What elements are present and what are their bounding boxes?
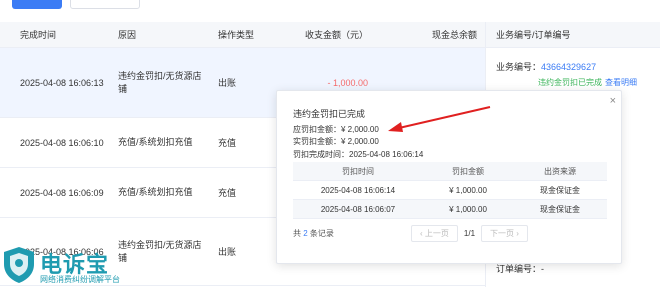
payable-line: 应罚扣金额：¥ 2,000.00 <box>293 124 379 135</box>
status-text: 违约金罚扣已完成 <box>538 78 602 87</box>
next-page-button[interactable]: 下一页 › <box>481 225 528 242</box>
done-time-value: 2025-04-08 16:06:14 <box>349 150 424 159</box>
table-header: 完成时间 原因 操作类型 收支金额（元） 现金总余额 <box>0 22 485 48</box>
secondary-button[interactable] <box>70 0 140 9</box>
penalty-time: 2025-04-08 16:06:07 <box>320 204 396 214</box>
pagination: ‹ 上一页 1/1 下一页 › <box>411 225 528 242</box>
penalty-time: 2025-04-08 16:06:14 <box>320 185 396 195</box>
col-penalty-time: 罚扣时间 <box>342 166 374 176</box>
payable-value: ¥ 2,000.00 <box>341 125 379 134</box>
penalty-table: 罚扣时间 罚扣金额 出资来源 2025-04-08 16:06:14 ¥ 1,0… <box>293 162 607 219</box>
order-number-link[interactable]: 43664329627 <box>541 62 596 72</box>
penalty-amount: ¥ 1,000.00 <box>449 204 487 214</box>
actual-label: 实罚扣金额： <box>293 137 341 146</box>
primary-button[interactable] <box>12 0 62 9</box>
red-annotation-arrow <box>388 106 491 132</box>
view-detail-link[interactable]: 查看明细 <box>605 78 637 87</box>
record-count-suffix: 条记录 <box>309 229 334 238</box>
penalty-row: 2025-04-08 16:06:07 ¥ 1,000.00 现金保证金 <box>293 200 607 219</box>
popup-title: 违约金罚扣已完成 <box>293 109 366 119</box>
done-time-label: 罚扣完成时间： <box>293 150 349 159</box>
penalty-row: 2025-04-08 16:06:14 ¥ 1,000.00 现金保证金 <box>293 181 607 200</box>
shield-icon <box>4 247 34 283</box>
row-amount: - 1,000.00 <box>327 77 368 88</box>
next-page-label: 下一页 <box>490 229 515 238</box>
row-time: 2025-04-08 16:06:09 <box>20 187 104 198</box>
penalty-table-header: 罚扣时间 罚扣金额 出资来源 <box>293 162 607 181</box>
brand-slogan: 网络消费纠纷调解平台 <box>40 275 120 284</box>
done-time-line: 罚扣完成时间：2025-04-08 16:06:14 <box>293 149 423 160</box>
header-time: 完成时间 <box>20 30 57 40</box>
col-fund-source: 出资来源 <box>544 166 576 176</box>
header-reason: 原因 <box>118 30 137 40</box>
penalty-amount: ¥ 1,000.00 <box>449 185 487 195</box>
row-reason: 充值/系统划扣充值 <box>118 187 193 197</box>
order-cell: 业务编号：43664329627 违约金罚扣已完成 查看明细 <box>486 48 660 88</box>
col-penalty-amount: 罚扣金额 <box>452 166 484 176</box>
order-label: 业务编号： <box>496 62 542 72</box>
prev-page-button[interactable]: ‹ 上一页 <box>411 225 458 242</box>
header-amount: 收支金额（元） <box>304 30 368 40</box>
record-count-prefix: 共 <box>293 229 301 238</box>
header-type: 操作类型 <box>218 30 255 40</box>
record-count: 共 2 条记录 <box>293 228 334 239</box>
row-time: 2025-04-08 16:06:13 <box>20 77 104 88</box>
row-reason: 充值/系统划扣充值 <box>118 137 193 147</box>
prev-page-label: 上一页 <box>424 229 449 238</box>
actual-value: ¥ 2,000.00 <box>341 137 379 146</box>
order-panel-header: 业务编号/订单编号 <box>486 22 660 48</box>
record-count-number: 2 <box>303 229 308 238</box>
close-icon[interactable]: × <box>610 95 616 107</box>
fund-source: 现金保证金 <box>540 204 580 214</box>
payable-label: 应罚扣金额： <box>293 125 341 134</box>
actual-line: 实罚扣金额：¥ 2,000.00 <box>293 136 379 147</box>
page-indicator: 1/1 <box>463 229 476 238</box>
fund-source: 现金保证金 <box>540 185 580 195</box>
watermark-logo: 电诉宝 网络消费纠纷调解平台 <box>0 243 130 287</box>
status-line: 违约金罚扣已完成 查看明细 <box>496 77 660 88</box>
row-reason: 违约金罚扣/无货源店铺 <box>118 70 202 94</box>
page: 完成时间 原因 操作类型 收支金额（元） 现金总余额 2025-04-08 16… <box>0 0 660 287</box>
header-balance: 现金总余额 <box>431 30 477 40</box>
row-time: 2025-04-08 16:06:10 <box>20 137 104 148</box>
toolbar <box>0 0 140 9</box>
row-type: 出账 <box>218 78 237 88</box>
